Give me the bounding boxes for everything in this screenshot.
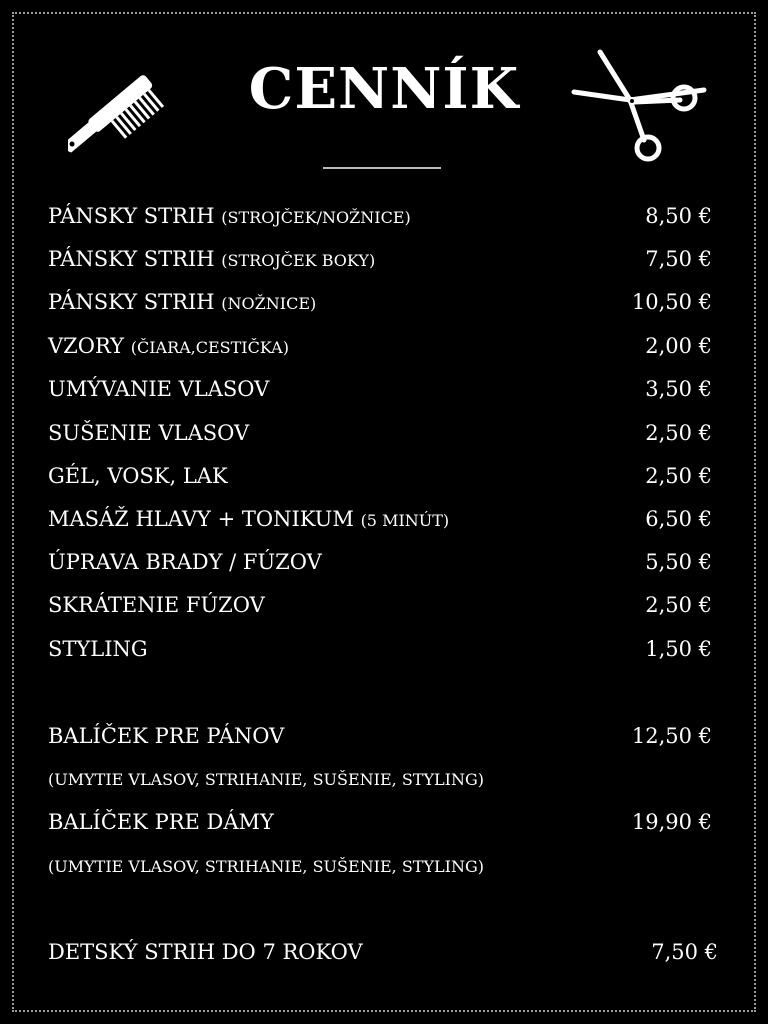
service-price: 7,50 € bbox=[645, 247, 712, 271]
page-title: CENNÍK bbox=[248, 56, 520, 122]
kids-price: 7,50 € bbox=[651, 940, 718, 964]
service-name: VZORY bbox=[48, 334, 125, 358]
price-row: SKRÁTENIE FÚZOV 2,50 € bbox=[48, 590, 712, 620]
service-name: PÁNSKY STRIH bbox=[48, 247, 215, 271]
service-name: UMÝVANIE VLASOV bbox=[48, 377, 270, 401]
service-price: 1,50 € bbox=[645, 637, 712, 661]
package-details: (UMYTIE VLASOV, STRIHANIE, SUŠENIE, STYL… bbox=[48, 857, 484, 876]
service-name: SUŠENIE VLASOV bbox=[48, 421, 250, 445]
price-row: UMÝVANIE VLASOV 3,50 € bbox=[48, 374, 712, 404]
package-details: (UMYTIE VLASOV, STRIHANIE, SUŠENIE, STYL… bbox=[48, 770, 484, 789]
service-note: (STROJČEK BOKY) bbox=[221, 251, 376, 270]
service-note: (5 MINÚT) bbox=[360, 511, 450, 530]
service-name: PÁNSKY STRIH bbox=[48, 204, 215, 228]
service-name: STYLING bbox=[48, 637, 148, 661]
service-price: 2,50 € bbox=[645, 421, 712, 445]
price-row: PÁNSKY STRIH (STROJČEK/NOŽNICE) 8,50 € bbox=[48, 201, 712, 231]
service-note: (NOŽNICE) bbox=[221, 294, 317, 313]
kids-name: DETSKÝ STRIH DO 7 ROKOV bbox=[48, 940, 363, 964]
package-row: BALÍČEK PRE DÁMY 19,90 € bbox=[48, 807, 712, 837]
service-note: (ČIARA,CESTIČKA) bbox=[130, 338, 289, 357]
service-name: PÁNSKY STRIH bbox=[48, 290, 215, 314]
service-name: SKRÁTENIE FÚZOV bbox=[48, 593, 265, 617]
title-divider bbox=[323, 167, 441, 169]
service-price: 5,50 € bbox=[645, 550, 712, 574]
price-row: PÁNSKY STRIH (NOŽNICE) 10,50 € bbox=[48, 287, 712, 317]
service-name: MASÁŽ HLAVY + TONIKUM bbox=[48, 507, 354, 531]
price-row: MASÁŽ HLAVY + TONIKUM (5 MINÚT) 6,50 € bbox=[48, 504, 712, 534]
service-price: 2,00 € bbox=[645, 334, 712, 358]
service-price: 2,50 € bbox=[645, 464, 712, 488]
package-price: 12,50 € bbox=[631, 724, 712, 748]
service-price: 2,50 € bbox=[645, 593, 712, 617]
service-price: 10,50 € bbox=[631, 290, 712, 314]
package-row: BALÍČEK PRE PÁNOV 12,50 € bbox=[48, 721, 712, 751]
service-price: 8,50 € bbox=[645, 204, 712, 228]
service-note: (STROJČEK/NOŽNICE) bbox=[221, 208, 411, 227]
package-price: 19,90 € bbox=[631, 810, 712, 834]
service-name: ÚPRAVA BRADY / FÚZOV bbox=[48, 550, 322, 574]
price-row: SUŠENIE VLASOV 2,50 € bbox=[48, 418, 712, 448]
service-name: GÉL, VOSK, LAK bbox=[48, 464, 228, 488]
price-row: PÁNSKY STRIH (STROJČEK BOKY) 7,50 € bbox=[48, 244, 712, 274]
price-row: VZORY (ČIARA,CESTIČKA) 2,00 € bbox=[48, 331, 712, 361]
package-name: BALÍČEK PRE DÁMY bbox=[48, 810, 274, 834]
package-name: BALÍČEK PRE PÁNOV bbox=[48, 724, 285, 748]
price-row: ÚPRAVA BRADY / FÚZOV 5,50 € bbox=[48, 547, 712, 577]
service-price: 6,50 € bbox=[645, 507, 712, 531]
kids-row: DETSKÝ STRIH DO 7 ROKOV 7,50 € bbox=[48, 937, 718, 967]
price-row: GÉL, VOSK, LAK 2,50 € bbox=[48, 461, 712, 491]
price-row: STYLING 1,50 € bbox=[48, 634, 712, 664]
service-price: 3,50 € bbox=[645, 377, 712, 401]
